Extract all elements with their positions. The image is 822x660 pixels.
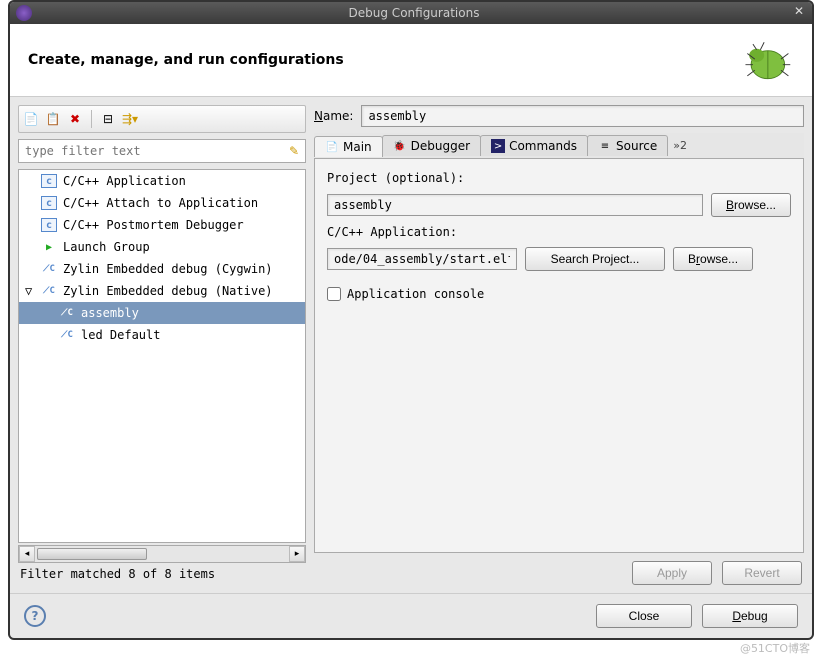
play-icon: ▶	[41, 240, 57, 254]
tab-strip: 📄Main 🐞Debugger >Commands ≡Source »2	[314, 133, 804, 159]
titlebar: Debug Configurations ✕	[10, 2, 812, 24]
tree-item-led-default[interactable]: ⟋Cled Default	[19, 324, 305, 346]
project-browse-button[interactable]: Browse...	[711, 193, 791, 217]
tab-source[interactable]: ≡Source	[587, 135, 668, 156]
banner-heading: Create, manage, and run configurations	[28, 52, 344, 68]
app-console-checkbox-row: Application console	[327, 287, 791, 301]
app-console-checkbox[interactable]	[327, 287, 341, 301]
project-input[interactable]	[327, 194, 703, 216]
separator	[91, 110, 92, 128]
zylin-icon: ⟋C	[59, 328, 75, 342]
window-title: Debug Configurations	[38, 6, 790, 20]
app-input[interactable]	[327, 248, 517, 270]
filter-status: Filter matched 8 of 8 items	[18, 563, 306, 585]
name-row: Name:	[314, 105, 804, 127]
tree-item-cpp-app[interactable]: cC/C++ Application	[19, 170, 305, 192]
c-icon: c	[41, 174, 57, 188]
config-toolbar: 📄 📋 ✖ ⊟ ⇶▾	[18, 105, 306, 133]
c-icon: c	[41, 196, 57, 210]
tree-item-cpp-attach[interactable]: cC/C++ Attach to Application	[19, 192, 305, 214]
clear-filter-icon[interactable]: ✎	[289, 144, 299, 158]
tree-item-zylin-cygwin[interactable]: ⟋CZylin Embedded debug (Cygwin)	[19, 258, 305, 280]
left-pane: 📄 📋 ✖ ⊟ ⇶▾ ✎ cC/C++ Application cC/C++ A…	[18, 105, 306, 585]
project-label: Project (optional):	[327, 171, 791, 185]
watermark: @51CTO博客	[740, 640, 810, 656]
filter-input[interactable]	[25, 144, 289, 158]
apply-button[interactable]: Apply	[632, 561, 712, 585]
app-console-label: Application console	[347, 287, 484, 301]
horizontal-scrollbar[interactable]: ◂ ▸	[18, 545, 306, 563]
collapse-all-icon[interactable]: ⊟	[100, 111, 116, 127]
scroll-left-icon[interactable]: ◂	[19, 546, 35, 562]
zylin-icon: ⟋C	[59, 306, 75, 320]
expand-arrow-icon[interactable]: ▽	[25, 284, 35, 298]
zylin-icon: ⟋C	[41, 284, 57, 298]
c-icon: c	[41, 218, 57, 232]
tree-item-zylin-native[interactable]: ▽⟋CZylin Embedded debug (Native)	[19, 280, 305, 302]
debug-button[interactable]: Debug	[702, 604, 798, 628]
eclipse-icon	[16, 5, 32, 21]
main-tab-panel: Project (optional): Browse... C/C++ Appl…	[314, 159, 804, 553]
main-tab-icon: 📄	[325, 140, 339, 154]
right-pane: Name: 📄Main 🐞Debugger >Commands ≡Source …	[314, 105, 804, 585]
new-config-icon[interactable]: 📄	[23, 111, 39, 127]
filter-dropdown-icon[interactable]: ⇶▾	[122, 111, 138, 127]
search-project-button[interactable]: Search Project...	[525, 247, 665, 271]
scroll-thumb[interactable]	[37, 548, 147, 560]
apply-row: Apply Revert	[314, 553, 804, 585]
tree-item-assembly[interactable]: ⟋Cassembly	[19, 302, 305, 324]
revert-button[interactable]: Revert	[722, 561, 802, 585]
duplicate-icon[interactable]: 📋	[45, 111, 61, 127]
close-button[interactable]: Close	[596, 604, 692, 628]
delete-icon[interactable]: ✖	[67, 111, 83, 127]
app-label: C/C++ Application:	[327, 225, 791, 239]
bug-icon	[738, 36, 794, 84]
config-tree[interactable]: cC/C++ Application cC/C++ Attach to Appl…	[18, 169, 306, 543]
terminal-tab-icon: >	[491, 139, 505, 153]
source-tab-icon: ≡	[598, 139, 612, 153]
help-icon[interactable]: ?	[24, 605, 46, 627]
content-area: 📄 📋 ✖ ⊟ ⇶▾ ✎ cC/C++ Application cC/C++ A…	[10, 97, 812, 593]
bug-tab-icon: 🐞	[393, 139, 407, 153]
app-browse-button[interactable]: Browse...	[673, 247, 753, 271]
tab-main[interactable]: 📄Main	[314, 136, 383, 157]
tree-item-launch-group[interactable]: ▶Launch Group	[19, 236, 305, 258]
banner: Create, manage, and run configurations	[10, 24, 812, 97]
footer: ? Close Debug	[10, 593, 812, 638]
filter-box[interactable]: ✎	[18, 139, 306, 163]
zylin-icon: ⟋C	[41, 262, 57, 276]
tab-debugger[interactable]: 🐞Debugger	[382, 135, 481, 156]
scroll-right-icon[interactable]: ▸	[289, 546, 305, 562]
tree-item-cpp-postmortem[interactable]: cC/C++ Postmortem Debugger	[19, 214, 305, 236]
name-input[interactable]	[361, 105, 804, 127]
dialog-window: Debug Configurations ✕ Create, manage, a…	[8, 0, 814, 640]
tab-overflow[interactable]: »2	[667, 139, 693, 152]
tab-commands[interactable]: >Commands	[480, 135, 588, 156]
close-icon[interactable]: ✕	[790, 4, 808, 22]
name-label: Name:	[314, 109, 353, 123]
